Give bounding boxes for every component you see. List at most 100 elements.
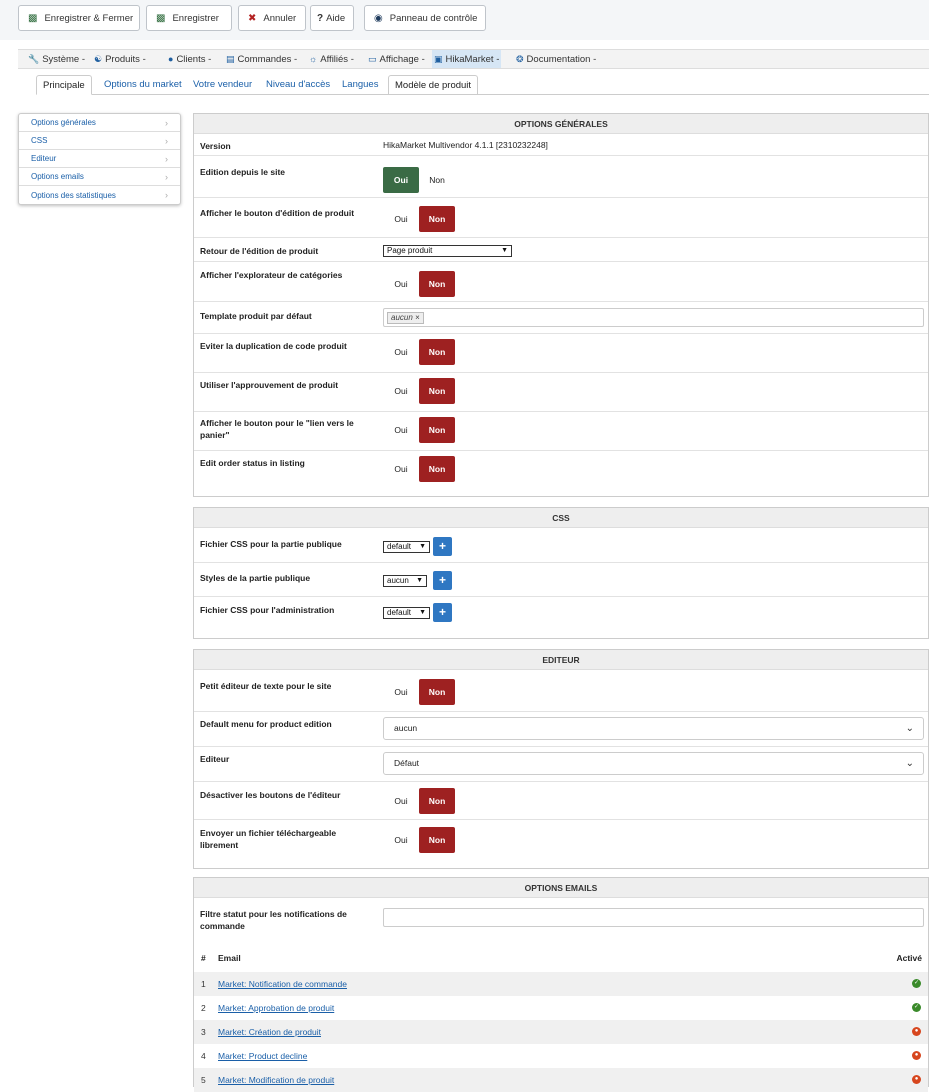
order-status-row: Edit order status in listing Oui Non bbox=[194, 451, 928, 491]
approval-row: Utiliser l'approuvement de produit Oui N… bbox=[194, 373, 928, 412]
select-value: default bbox=[387, 542, 412, 551]
version-row: Version HikaMarket Multivendor 4.1.1 [23… bbox=[194, 135, 928, 156]
check-icon[interactable]: ✓ bbox=[912, 979, 921, 988]
save-icon: ▩ bbox=[156, 12, 166, 24]
display-icon: ▭ bbox=[368, 53, 377, 64]
yes-option[interactable]: Oui bbox=[383, 827, 419, 853]
add-admin-css-button[interactable]: + bbox=[433, 603, 452, 622]
menu-label: HikaMarket - bbox=[445, 53, 500, 65]
sidebar-item-general[interactable]: Options générales › bbox=[19, 114, 180, 132]
default-menu-select[interactable]: aucun ⌄ bbox=[383, 717, 924, 740]
chevron-down-icon: ▼ bbox=[419, 609, 426, 616]
add-css-file-button[interactable]: + bbox=[433, 537, 452, 556]
sidebar-item-editor[interactable]: Editeur › bbox=[19, 150, 180, 168]
no-option[interactable]: Non bbox=[419, 271, 455, 297]
no-option[interactable]: Non bbox=[419, 167, 455, 193]
email-link[interactable]: Market: Modification de produit bbox=[218, 1068, 334, 1092]
yes-option[interactable]: Oui bbox=[383, 788, 419, 814]
no-option[interactable]: Non bbox=[419, 456, 455, 482]
email-link[interactable]: Market: Approbation de produit bbox=[218, 996, 334, 1020]
save-close-button[interactable]: ▩ Enregistrer & Fermer bbox=[18, 5, 140, 31]
yes-option[interactable]: Oui bbox=[383, 271, 419, 297]
yes-option[interactable]: Oui bbox=[383, 456, 419, 482]
no-option[interactable]: Non bbox=[419, 206, 455, 232]
email-link[interactable]: Market: Création de produit bbox=[218, 1020, 321, 1044]
yes-option[interactable]: Oui bbox=[383, 417, 419, 443]
field-label: Editeur bbox=[200, 754, 230, 764]
menu-hikamarket[interactable]: ▣ HikaMarket - bbox=[432, 50, 502, 68]
row-number: 2 bbox=[201, 1003, 206, 1013]
default-menu-row: Default menu for product edition aucun ⌄ bbox=[194, 712, 928, 747]
css-public-styles-row: Styles de la partie publique aucun ▼ + bbox=[194, 563, 928, 597]
css-public-styles-select[interactable]: aucun ▼ bbox=[383, 575, 427, 587]
yes-option[interactable]: Oui bbox=[383, 378, 419, 404]
category-explorer-row: Afficher l'explorateur de catégories Oui… bbox=[194, 262, 928, 302]
no-option[interactable]: Non bbox=[419, 417, 455, 443]
yes-option[interactable]: Oui bbox=[383, 206, 419, 232]
field-label: Envoyer un fichier téléchargeable librem… bbox=[200, 828, 337, 850]
select-value: Page produit bbox=[387, 246, 433, 255]
css-public-file-select[interactable]: default ▼ bbox=[383, 541, 430, 553]
menu-system[interactable]: 🔧 Système - bbox=[26, 50, 87, 68]
no-option[interactable]: Non bbox=[419, 827, 455, 853]
menu-affiliates[interactable]: ☼ Affiliés - bbox=[307, 50, 356, 68]
general-options-panel: OPTIONS GÉNÉRALES Version HikaMarket Mul… bbox=[193, 113, 929, 497]
no-option[interactable]: Non bbox=[419, 788, 455, 814]
disabled-icon[interactable]: ● bbox=[912, 1027, 921, 1036]
sidebar-nav: Options générales › CSS › Editeur › Options… bbox=[18, 113, 181, 205]
sidebar-item-css[interactable]: CSS › bbox=[19, 132, 180, 150]
field-label: Styles de la partie publique bbox=[200, 573, 311, 583]
tab-product-model[interactable]: Modèle de produit bbox=[388, 75, 479, 95]
tab-access-level[interactable]: Niveau d'accès bbox=[260, 75, 336, 95]
css-admin-file-select[interactable]: default ▼ bbox=[383, 607, 430, 619]
menu-documentation[interactable]: ❂ Documentation - bbox=[514, 50, 598, 68]
sidebar-item-emails[interactable]: Options emails › bbox=[19, 168, 180, 186]
help-label: Aide bbox=[326, 12, 346, 24]
help-button[interactable]: ? Aide bbox=[310, 5, 354, 31]
disabled-icon[interactable]: ● bbox=[912, 1051, 921, 1060]
chevron-down-icon: ▼ bbox=[419, 543, 426, 550]
yes-option[interactable]: Oui bbox=[383, 679, 419, 705]
editor-select[interactable]: Défaut ⌄ bbox=[383, 752, 924, 775]
menu-customers[interactable]: ● Clients - bbox=[166, 50, 213, 68]
select-value: Défaut bbox=[394, 758, 420, 768]
yes-option[interactable]: Oui bbox=[383, 167, 419, 193]
yes-no-toggle: Oui Non bbox=[383, 339, 455, 365]
menu-label: Documentation - bbox=[526, 53, 597, 65]
field-label: Edit order status in listing bbox=[200, 458, 305, 468]
panel-title: EDITEUR bbox=[194, 650, 928, 670]
menu-display[interactable]: ▭ Affichage - bbox=[366, 50, 427, 68]
no-option[interactable]: Non bbox=[419, 339, 455, 365]
save-button[interactable]: ▩ Enregistrer bbox=[146, 5, 232, 31]
edit-button-row: Afficher le bouton d'édition de produit … bbox=[194, 198, 928, 238]
sidebar-item-stats[interactable]: Options des statistiques › bbox=[19, 186, 180, 204]
col-email: Email bbox=[218, 953, 241, 963]
col-num: # bbox=[201, 953, 206, 963]
panel-title: OPTIONS EMAILS bbox=[194, 878, 928, 898]
yes-option[interactable]: Oui bbox=[383, 339, 419, 365]
tab-languages[interactable]: Langues bbox=[336, 75, 384, 95]
chevron-down-icon: ⌄ bbox=[905, 723, 914, 734]
tab-principale[interactable]: Principale bbox=[36, 75, 92, 95]
email-link[interactable]: Market: Product decline bbox=[218, 1044, 307, 1068]
select-value: aucun bbox=[387, 576, 409, 585]
dashboard-button[interactable]: ◉ Panneau de contrôle bbox=[364, 5, 486, 31]
email-link[interactable]: Market: Notification de commande bbox=[218, 972, 347, 996]
cancel-button[interactable]: ✖ Annuler bbox=[238, 5, 306, 31]
tab-vendor[interactable]: Votre vendeur bbox=[187, 75, 258, 95]
market-icon: ▣ bbox=[434, 53, 443, 64]
no-option[interactable]: Non bbox=[419, 679, 455, 705]
add-css-style-button[interactable]: + bbox=[433, 571, 452, 590]
template-tag[interactable]: aucun × bbox=[387, 312, 424, 324]
return-edit-select[interactable]: Page produit ▼ bbox=[383, 245, 512, 257]
field-label: Afficher le bouton d'édition de produit bbox=[200, 208, 355, 218]
menu-orders[interactable]: ▤ Commandes - bbox=[224, 50, 299, 68]
menu-products[interactable]: ☯ Produits - bbox=[92, 50, 148, 68]
edit-site-row: Edition depuis le site Oui Non bbox=[194, 156, 928, 198]
yes-no-toggle: Oui Non bbox=[383, 456, 455, 482]
tab-market-options[interactable]: Options du market bbox=[98, 75, 188, 95]
check-icon[interactable]: ✓ bbox=[912, 1003, 921, 1012]
no-option[interactable]: Non bbox=[419, 378, 455, 404]
template-tag-input[interactable]: aucun × bbox=[383, 308, 924, 327]
filter-status-input[interactable] bbox=[383, 908, 924, 927]
